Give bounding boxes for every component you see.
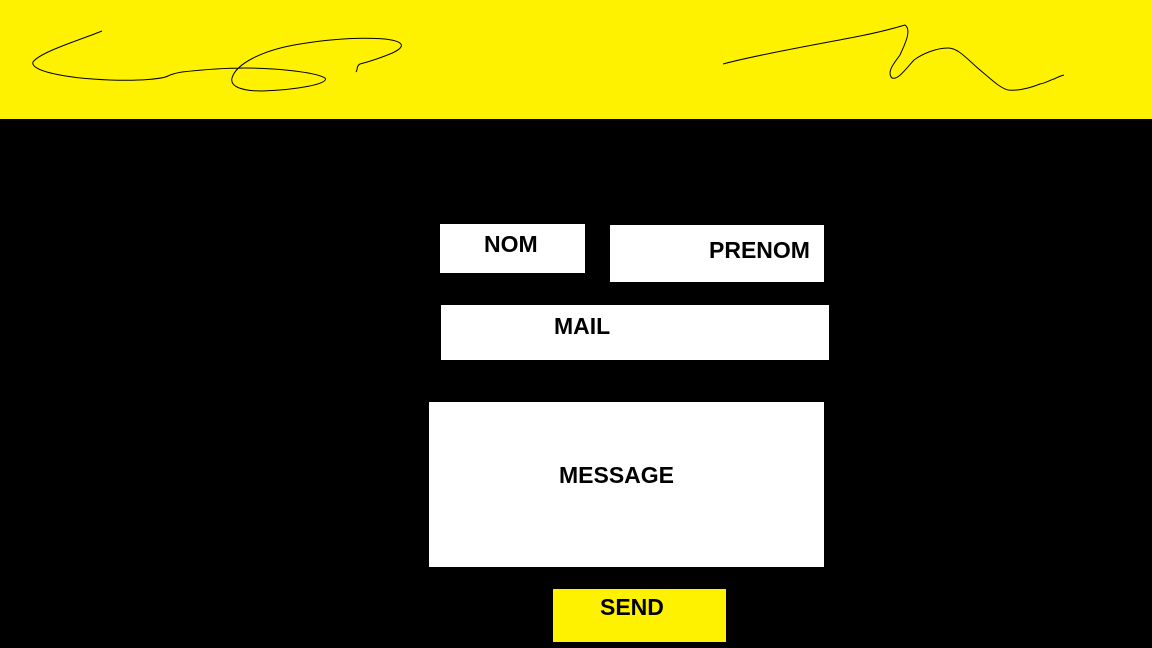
send-label: SEND [600, 594, 664, 620]
message-label: MESSAGE [559, 462, 675, 488]
prenom-field[interactable]: PRENOM [610, 225, 824, 282]
header-banner [0, 0, 1152, 119]
prenom-label: PRENOM [709, 237, 810, 263]
nom-label: NOM [484, 231, 538, 257]
nom-field[interactable]: NOM [440, 224, 585, 273]
send-button[interactable]: SEND [553, 589, 726, 642]
mail-label: MAIL [554, 313, 611, 339]
signature-scribble [32, 24, 1065, 92]
message-field[interactable]: MESSAGE [429, 402, 824, 567]
mail-field[interactable]: MAIL [441, 305, 829, 360]
page: NOM PRENOM MAIL MESSAGE SEND [0, 0, 1152, 648]
